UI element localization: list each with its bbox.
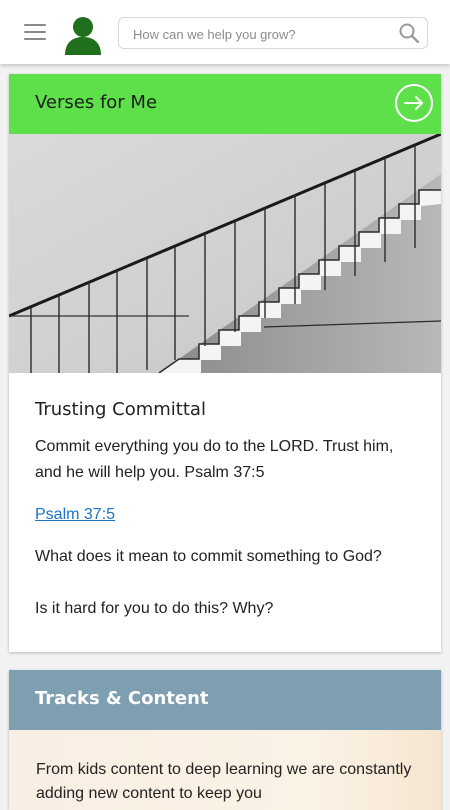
reflection-question: What does it mean to commit something to… — [35, 548, 382, 565]
arrow-right-circle-icon[interactable] — [395, 84, 433, 122]
search-input[interactable] — [131, 18, 395, 50]
search-icon[interactable] — [399, 23, 420, 44]
tracks-description: From kids content to deep learning we ar… — [36, 761, 412, 802]
tracks-card-header[interactable]: Tracks & Content — [9, 670, 441, 730]
tracks-card-body: From kids content to deep learning we ar… — [9, 730, 441, 810]
top-app-bar — [0, 0, 450, 64]
verses-card-header[interactable]: Verses for Me — [9, 74, 441, 134]
hamburger-menu-icon[interactable] — [24, 24, 46, 42]
verses-card-body: Trusting Committal Commit everything you… — [9, 373, 441, 622]
verses-card-title: Verses for Me — [35, 92, 158, 113]
verse-text: Commit everything you do to the LORD. Tr… — [35, 438, 394, 481]
user-avatar-icon[interactable] — [64, 15, 102, 55]
tracks-card: Tracks & Content From kids content to de… — [9, 670, 441, 810]
search-box — [118, 17, 428, 50]
verses-card: Verses for Me Trusting Committal Commit … — [9, 74, 441, 652]
reflection-question: Is it hard for you to do this? Why? — [35, 600, 274, 617]
verse-reference-link[interactable]: Psalm 37:5 — [35, 502, 415, 528]
tracks-card-title: Tracks & Content — [35, 688, 209, 709]
verse-heading: Trusting Committal — [35, 399, 206, 420]
staircase-image — [9, 134, 441, 373]
